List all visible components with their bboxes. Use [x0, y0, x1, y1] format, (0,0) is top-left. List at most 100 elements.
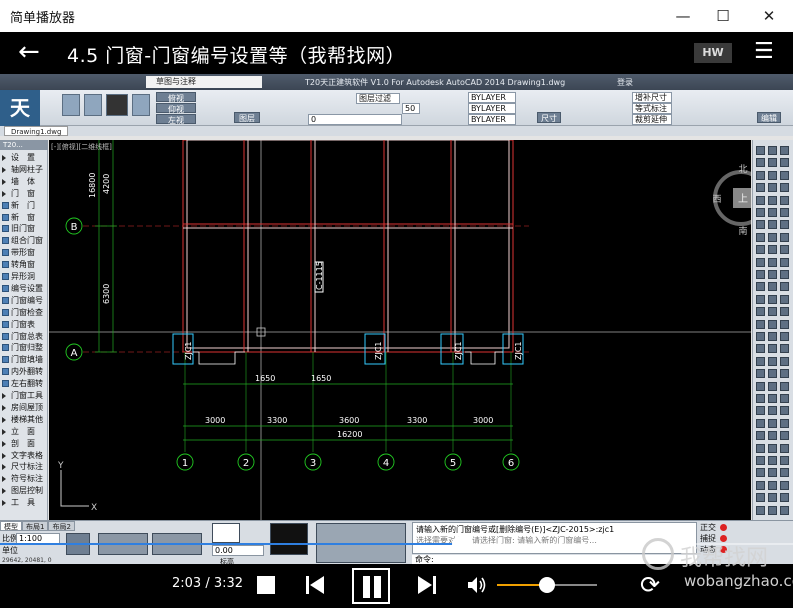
- command-icon: [2, 237, 9, 245]
- minimize-button[interactable]: —: [661, 0, 705, 32]
- expand-arrow-icon: [2, 488, 6, 495]
- previous-icon[interactable]: [304, 574, 326, 596]
- menu-icon[interactable]: ☰: [754, 40, 774, 64]
- cad-tool-icon: [756, 232, 765, 242]
- command-icon: [2, 249, 9, 257]
- command-icon: [2, 332, 9, 340]
- cad-tool-icon: [768, 468, 777, 478]
- equal-dimension-button: 等式标注: [632, 103, 672, 114]
- cad-tool-icon: [768, 208, 777, 217]
- command-icon: [2, 356, 9, 364]
- palette-item-label: 编号设置: [11, 283, 43, 293]
- drawing-viewport: [-][俯视][二维线框] 16800 4200 6300 1650 1650 …: [49, 140, 751, 520]
- ribbon-tool-icon: [106, 94, 128, 116]
- cad-tool-icon: [768, 406, 777, 416]
- seek-progress: [0, 543, 460, 545]
- cad-tool-icon: [768, 232, 777, 242]
- dim-span-4: 3300: [407, 416, 427, 425]
- add-dimension-button: 增补尺寸: [632, 92, 672, 103]
- command-icon: [2, 296, 9, 304]
- cad-tool-icon: [780, 146, 789, 155]
- status-ortho: 正交: [700, 522, 727, 533]
- command-icon: [2, 201, 9, 209]
- volume-handle[interactable]: [539, 577, 555, 593]
- cad-tool-icon: [756, 505, 765, 515]
- seek-bar[interactable]: [0, 536, 793, 552]
- expand-arrow-icon: [2, 190, 6, 197]
- cad-tool-icon: [780, 381, 789, 391]
- view-top-button: 俯视: [156, 92, 196, 103]
- layer-filter-number: 50: [402, 103, 420, 114]
- command-icon: [2, 308, 9, 316]
- ribbon-tool-icon: [84, 94, 102, 116]
- back-arrow-icon[interactable]: ←: [18, 36, 40, 68]
- command-icon: [2, 273, 9, 280]
- palette-item-label: 楼梯其他: [11, 414, 43, 424]
- palette-item: 门窗工具: [2, 390, 43, 401]
- next-icon[interactable]: [416, 574, 438, 596]
- pause-button[interactable]: [352, 568, 390, 604]
- compass-north: 北: [738, 164, 747, 175]
- cad-tool-icon: [768, 480, 777, 490]
- cad-tool-icon: [768, 282, 777, 292]
- cad-tool-icon: [780, 183, 789, 193]
- cad-tool-icon: [780, 282, 789, 292]
- palette-item-label: 门窗工具: [11, 391, 43, 400]
- maximize-button[interactable]: ☐: [701, 0, 745, 32]
- hw-decode-badge[interactable]: HW: [694, 43, 732, 63]
- window-title: 简单播放器: [10, 11, 76, 26]
- layer-filter-box: 图层过滤: [356, 93, 400, 104]
- seek-handle[interactable]: [451, 536, 468, 552]
- cad-tool-icon: [780, 418, 789, 428]
- cad-tool-icon: [756, 480, 765, 490]
- cad-tool-icon: [768, 195, 777, 205]
- video-title: 4.5 门窗-门窗编号设置等（我帮找网）: [67, 45, 406, 67]
- lineweight-bylayer: BYLAYER: [468, 114, 516, 125]
- volume-icon[interactable]: [466, 574, 488, 596]
- cad-tool-icon: [768, 332, 777, 341]
- palette-item-label: 尺寸标注: [11, 462, 43, 472]
- cad-tool-icon: [780, 220, 789, 230]
- palette-item: 立 面: [2, 426, 35, 437]
- palette-item: 新 窗: [2, 212, 35, 223]
- cad-tool-icon: [780, 480, 789, 490]
- stop-icon[interactable]: [257, 576, 275, 594]
- cad-tool-icon: [756, 208, 765, 217]
- layer-panel-label: 图层: [234, 112, 260, 123]
- cad-tool-icon: [780, 468, 789, 478]
- color-bylayer: BYLAYER: [468, 92, 516, 103]
- axis-label-2: 2: [243, 458, 249, 469]
- window-tag-2: ZJC1: [374, 341, 383, 360]
- expand-arrow-icon: [2, 500, 6, 507]
- cad-tool-icon: [756, 257, 765, 267]
- player-controls: 2:03 / 3:32 ⟳: [0, 564, 793, 608]
- viewcube-top: 上: [738, 193, 748, 205]
- palette-item: 带形窗: [2, 247, 35, 258]
- palette-item: 旧门窗: [2, 223, 35, 234]
- dim-span-5: 3000: [473, 416, 493, 425]
- cad-tool-icon: [756, 220, 765, 230]
- cad-tool-icon: [756, 344, 765, 354]
- close-button[interactable]: ✕: [747, 0, 791, 32]
- cad-tool-icon: [768, 294, 777, 304]
- palette-item-label: 左右翻转: [11, 379, 43, 389]
- window-tag-4: ZJC1: [514, 341, 523, 360]
- loop-icon[interactable]: ⟳: [640, 570, 660, 600]
- cad-ribbon: 天 俯视 仰视 左视 图层 图层过滤 50 0 BYLAYER BYLAYER …: [0, 90, 793, 126]
- cad-tool-icon: [768, 443, 777, 453]
- cad-tool-icon: [756, 319, 765, 329]
- expand-arrow-icon: [2, 166, 6, 173]
- palette-item-label: 房间屋顶: [11, 402, 43, 412]
- palette-item-label: 组合门窗: [11, 236, 43, 246]
- cad-tool-icon: [768, 381, 777, 391]
- cad-tool-icon: [756, 394, 765, 403]
- cad-tool-icon: [780, 170, 789, 180]
- expand-arrow-icon: [2, 428, 6, 435]
- cad-tool-icon: [756, 356, 765, 366]
- palette-title: T20...: [0, 140, 48, 150]
- cad-tool-icon: [768, 307, 777, 317]
- palette-item-label: 带形窗: [11, 248, 35, 258]
- cad-tool-icon: [780, 270, 789, 279]
- cad-tool-icon: [768, 344, 777, 354]
- cad-tool-icon: [780, 406, 789, 416]
